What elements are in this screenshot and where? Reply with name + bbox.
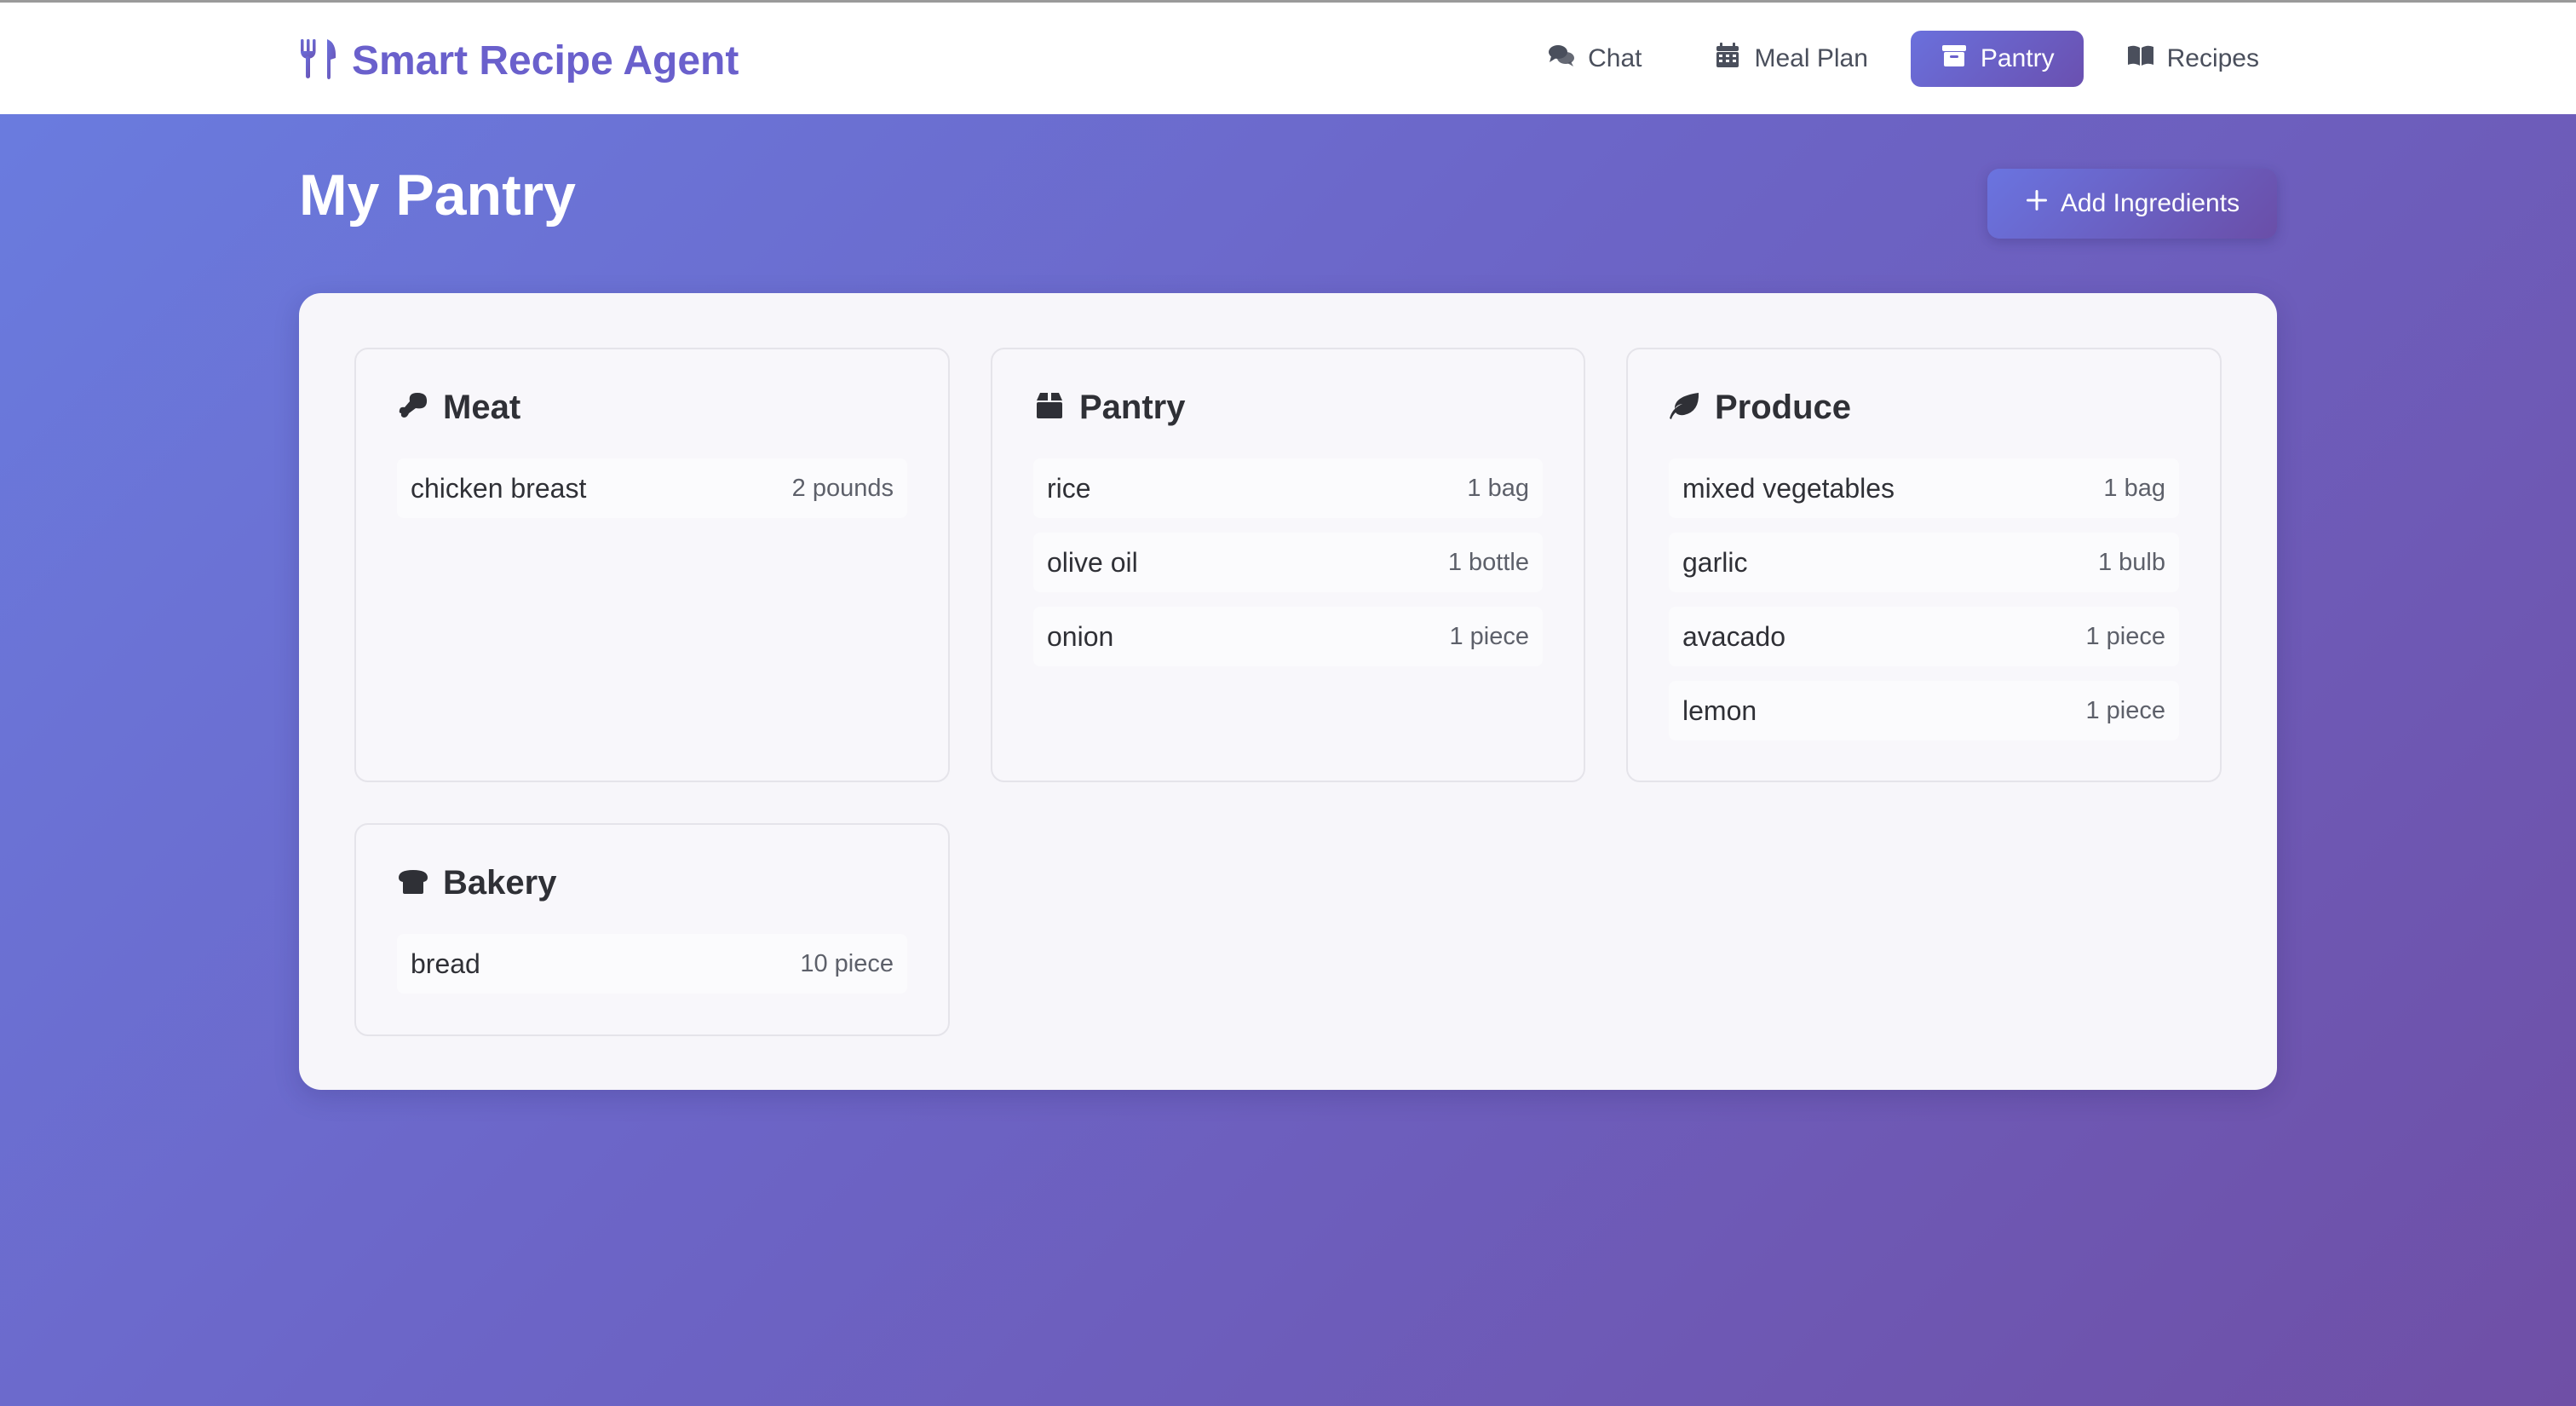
ingredient-item[interactable]: rice 1 bag xyxy=(1033,458,1543,518)
nav-recipes-label: Recipes xyxy=(2166,44,2259,72)
calendar-icon xyxy=(1713,41,1742,77)
ingredient-quantity: 1 piece xyxy=(1449,622,1529,650)
book-open-icon xyxy=(2126,41,2155,77)
ingredient-name: onion xyxy=(1047,620,1114,652)
archive-box-icon xyxy=(1940,41,1969,77)
ingredient-quantity: 1 bulb xyxy=(2097,548,2165,576)
nav-pantry[interactable]: Pantry xyxy=(1910,31,2084,87)
app-title: Smart Recipe Agent xyxy=(352,37,739,84)
brand[interactable]: Smart Recipe Agent xyxy=(299,35,739,86)
category-card-meat: Meat chicken breast 2 pounds xyxy=(354,348,950,782)
ingredient-quantity: 1 bag xyxy=(1467,474,1529,502)
nav-chat[interactable]: Chat xyxy=(1518,31,1670,87)
ingredient-item[interactable]: garlic 1 bulb xyxy=(1669,533,2179,592)
ingredient-item[interactable]: bread 10 piece xyxy=(397,934,907,994)
ingredient-name: bread xyxy=(411,948,480,979)
nav-chat-label: Chat xyxy=(1588,44,1642,72)
ingredient-item[interactable]: mixed vegetables 1 bag xyxy=(1669,458,2179,518)
category-title: Pantry xyxy=(1079,389,1186,426)
nav-meal-plan-label: Meal Plan xyxy=(1754,44,1868,72)
ingredient-name: mixed vegetables xyxy=(1682,472,1895,504)
category-title: Meat xyxy=(443,389,521,426)
box-icon xyxy=(1033,389,1066,426)
ingredient-name: lemon xyxy=(1682,694,1757,726)
add-ingredients-label: Add Ingredients xyxy=(2060,189,2240,217)
ingredient-name: avacado xyxy=(1682,620,1785,652)
nav-pantry-label: Pantry xyxy=(1980,44,2055,72)
add-ingredients-button[interactable]: Add Ingredients xyxy=(1987,169,2277,239)
category-card-produce: Produce mixed vegetables 1 bag garlic 1 … xyxy=(1626,348,2222,782)
ingredient-item[interactable]: onion 1 piece xyxy=(1033,607,1543,666)
plus-icon xyxy=(2025,188,2049,219)
ingredient-item[interactable]: olive oil 1 bottle xyxy=(1033,533,1543,592)
pantry-panel: Meat chicken breast 2 pounds Pantry rice xyxy=(299,293,2277,1090)
nav-meal-plan[interactable]: Meal Plan xyxy=(1684,31,1896,87)
category-card-pantry: Pantry rice 1 bag olive oil 1 bottle oni… xyxy=(991,348,1585,782)
ingredient-quantity: 1 piece xyxy=(2085,696,2165,724)
ingredient-quantity: 1 bag xyxy=(2103,474,2165,502)
ingredient-name: olive oil xyxy=(1047,546,1138,578)
ingredient-item[interactable]: lemon 1 piece xyxy=(1669,681,2179,740)
ingredient-list: bread 10 piece xyxy=(397,934,907,1008)
ingredient-quantity: 1 piece xyxy=(2085,622,2165,650)
ingredient-list: chicken breast 2 pounds xyxy=(397,458,907,533)
bread-icon xyxy=(397,865,429,902)
comments-icon xyxy=(1547,41,1576,77)
ingredient-name: garlic xyxy=(1682,546,1748,578)
ingredient-quantity: 2 pounds xyxy=(791,474,894,502)
drumstick-icon xyxy=(397,389,429,426)
main-nav: Chat Meal Plan Pantry Recipes xyxy=(1518,31,2288,87)
ingredient-item[interactable]: chicken breast 2 pounds xyxy=(397,458,907,518)
page-title: My Pantry xyxy=(299,163,576,228)
ingredient-quantity: 10 piece xyxy=(800,949,894,977)
ingredient-quantity: 1 bottle xyxy=(1447,548,1529,576)
category-card-bakery: Bakery bread 10 piece xyxy=(354,823,950,1036)
ingredient-list: mixed vegetables 1 bag garlic 1 bulb ava… xyxy=(1669,458,2179,755)
ingredient-name: chicken breast xyxy=(411,472,587,504)
top-navbar: Smart Recipe Agent Chat Meal Plan Pantry… xyxy=(0,0,2576,114)
leaf-icon xyxy=(1669,389,1701,426)
ingredient-list: rice 1 bag olive oil 1 bottle onion 1 pi… xyxy=(1033,458,1543,681)
utensils-icon xyxy=(299,37,338,84)
category-title: Produce xyxy=(1715,389,1852,426)
category-title: Bakery xyxy=(443,864,557,902)
ingredient-name: rice xyxy=(1047,472,1091,504)
ingredient-item[interactable]: avacado 1 piece xyxy=(1669,607,2179,666)
nav-recipes[interactable]: Recipes xyxy=(2097,31,2288,87)
